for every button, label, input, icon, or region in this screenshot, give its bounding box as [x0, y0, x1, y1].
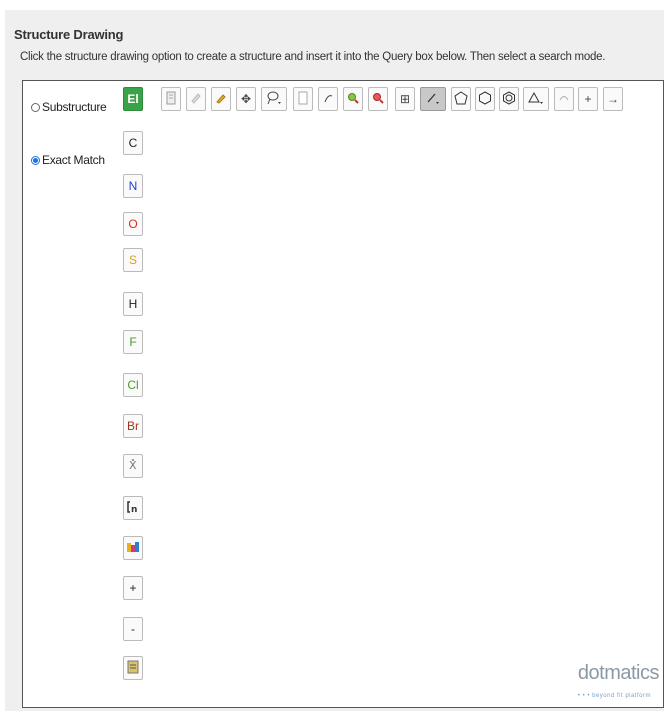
hexagon-button[interactable] — [475, 87, 495, 111]
dotmatics-logo: dotmatics — [577, 662, 660, 684]
template-icon — [127, 660, 139, 677]
rotate-button[interactable] — [318, 87, 338, 111]
element-h-button[interactable]: H — [123, 292, 143, 316]
document-button[interactable] — [161, 87, 181, 111]
element-n-label: N — [128, 179, 138, 193]
element-picker-button[interactable]: El — [123, 87, 143, 111]
ring-shape-button[interactable] — [523, 87, 549, 111]
substructure-label: Substructure — [42, 100, 107, 114]
document-icon — [166, 91, 176, 108]
substructure-radio-button[interactable] — [31, 102, 40, 112]
color-palette-button[interactable] — [123, 536, 143, 560]
minus-label: - — [131, 622, 135, 636]
reaction-arrow-button[interactable]: → — [603, 87, 623, 111]
svg-text:n: n — [131, 505, 137, 514]
decrease-charge-button[interactable]: - — [123, 617, 143, 641]
zoom-out-button[interactable] — [368, 87, 388, 111]
bond-button[interactable] — [420, 87, 446, 111]
add-button[interactable]: + — [578, 87, 598, 111]
triangle-icon — [528, 91, 544, 108]
element-s-label: S — [128, 253, 137, 267]
move-icon: ✥ — [240, 92, 252, 106]
pentagon-icon — [454, 90, 468, 108]
element-h-label: H — [128, 297, 138, 311]
element-o-button[interactable]: O — [123, 212, 143, 236]
element-picker-label: El — [127, 92, 139, 106]
element-br-label: Br — [127, 419, 139, 433]
element-f-label: F — [129, 335, 137, 349]
structure-editor-frame: Substructure Exact Match El C N O S H F … — [22, 80, 664, 708]
bracket-button[interactable]: n — [123, 496, 143, 520]
arrow-icon: → — [607, 92, 619, 106]
search-mode-panel: Substructure Exact Match — [23, 81, 120, 707]
plus-label: + — [129, 581, 137, 595]
exact-match-radio-button[interactable] — [31, 155, 40, 165]
element-cl-label: Cl — [127, 378, 139, 392]
chain-icon — [558, 92, 570, 107]
bond-icon — [425, 91, 441, 108]
move-button[interactable]: ✥ — [236, 87, 256, 111]
exact-match-label: Exact Match — [42, 153, 105, 167]
lasso-icon — [266, 91, 282, 108]
new-page-button[interactable] — [293, 87, 313, 111]
hexagon-icon — [478, 90, 492, 108]
new-page-icon — [298, 91, 308, 108]
zoom-in-button[interactable] — [343, 87, 363, 111]
pen-button[interactable] — [211, 87, 231, 111]
zoom-in-icon — [347, 92, 359, 107]
element-c-label: C — [128, 136, 138, 150]
eraser-button[interactable] — [186, 87, 206, 111]
exact-match-radio[interactable]: Exact Match — [31, 153, 105, 167]
element-c-button[interactable]: C — [123, 131, 143, 155]
element-f-button[interactable]: F — [123, 330, 143, 354]
increase-charge-button[interactable]: + — [123, 576, 143, 600]
chain-button[interactable] — [554, 87, 574, 111]
lasso-button[interactable] — [261, 87, 287, 111]
periodic-table-button[interactable]: X — [123, 454, 143, 478]
element-s-button[interactable]: S — [123, 248, 143, 272]
element-n-button[interactable]: N — [123, 174, 143, 198]
zoom-out-icon — [372, 92, 384, 107]
grid-button[interactable]: ⊞ — [395, 87, 415, 111]
dotmatics-tagline: • • • beyond fit platform — [577, 693, 651, 699]
periodic-table-icon: X — [128, 458, 138, 475]
pen-icon — [215, 92, 227, 107]
main-toolbar: ✥ ⊞ + → — [143, 81, 663, 111]
benzene-button[interactable] — [499, 87, 519, 111]
element-cl-button[interactable]: Cl — [123, 373, 143, 397]
substructure-radio[interactable]: Substructure — [31, 100, 107, 114]
rotate-icon — [322, 92, 334, 107]
drawing-canvas[interactable]: dotmatics • • • beyond fit platform — [143, 111, 663, 707]
template-button[interactable] — [123, 656, 143, 680]
plus-icon: + — [584, 92, 592, 106]
color-palette-icon — [126, 540, 140, 557]
element-br-button[interactable]: Br — [123, 414, 143, 438]
bracket-icon: n — [126, 500, 140, 517]
eraser-disabled-icon — [190, 92, 202, 107]
pentagon-button[interactable] — [451, 87, 471, 111]
instructions-text: Click the structure drawing option to cr… — [20, 51, 606, 63]
element-o-label: O — [128, 217, 138, 231]
element-toolbar: El C N O S H F Cl Br X n + - — [119, 81, 144, 707]
page-title: Structure Drawing — [14, 27, 124, 42]
benzene-icon — [502, 90, 516, 108]
grid-icon: ⊞ — [399, 92, 411, 106]
